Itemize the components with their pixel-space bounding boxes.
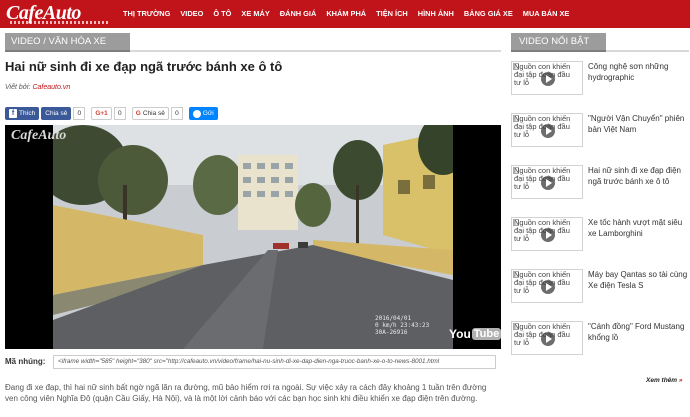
- youtube-logo-you: You: [449, 327, 471, 341]
- nav-item-bang-gia-xe[interactable]: BẢNG GIÁ XE: [459, 0, 518, 28]
- dashcam-date: 2016/04/01: [375, 315, 412, 322]
- video-thumbnail[interactable]: Nguồn con khiến đại tập đoàn đầu tư lỗ: [511, 321, 583, 355]
- video-player[interactable]: CafeAuto 2016/04/01 0 km/h 23:43:23 30A-…: [5, 125, 501, 349]
- video-thumbnail[interactable]: Nguồn con khiến đại tập đoàn đầu tư lỗ: [511, 165, 583, 199]
- play-icon: [541, 228, 555, 242]
- sidebar-video-title[interactable]: Công nghệ sơn những hydrographic: [588, 62, 688, 83]
- play-icon: [541, 332, 555, 346]
- play-icon: [541, 124, 555, 138]
- see-more-link[interactable]: Xem thêm »: [646, 377, 683, 384]
- article-lead: Đang đi xe đạp, thì hai nữ sinh bất ngờ …: [5, 383, 487, 403]
- sidebar-video-title[interactable]: Hai nữ sinh đi xe đạp điện ngã trước bán…: [588, 166, 688, 187]
- dashcam-speed-time: 0 km/h 23:43:23: [375, 322, 430, 329]
- article-title: Hai nữ sinh đi xe đạp ngã trước bánh xe …: [5, 59, 283, 74]
- sidebar-title: VIDEO NỔI BẬT: [511, 33, 606, 51]
- embed-code-label: Mã nhúng:: [5, 357, 46, 366]
- byline: Viết bởi: Cafeauto.vn: [5, 84, 70, 91]
- sidebar-video-item[interactable]: Nguồn con khiến đại tập đoàn đầu tư lỗ H…: [511, 165, 689, 203]
- nav-item-thi-truong[interactable]: THỊ TRƯỜNG: [118, 0, 175, 28]
- sidebar-video-item[interactable]: Nguồn con khiến đại tập đoàn đầu tư lỗ M…: [511, 269, 689, 307]
- sidebar-video-item[interactable]: Nguồn con khiến đại tập đoàn đầu tư lỗ X…: [511, 217, 689, 255]
- see-more-label: Xem thêm: [646, 377, 678, 384]
- video-thumbnail[interactable]: Nguồn con khiến đại tập đoàn đầu tư lỗ: [511, 61, 583, 95]
- nav-item-kham-pha[interactable]: KHÁM PHÁ: [321, 0, 371, 28]
- share-toolbar: f Thích Chia sẻ 0 G+1 0 G Chia sẻ 0 Gửi: [5, 107, 218, 120]
- google-plus-one-button[interactable]: G+1: [91, 107, 112, 120]
- facebook-icon: f: [9, 109, 17, 118]
- facebook-share-button[interactable]: Chia sẻ: [41, 107, 72, 120]
- dashcam-timestamp: 2016/04/01 0 km/h 23:43:23 30A-26916: [375, 315, 429, 336]
- sidebar-divider-accent: [511, 50, 606, 52]
- nav-item-xe-may[interactable]: XE MÁY: [236, 0, 274, 28]
- category-breadcrumb[interactable]: VIDEO / VĂN HÓA XE: [5, 33, 130, 51]
- video-thumbnail[interactable]: Nguồn con khiến đại tập đoàn đầu tư lỗ: [511, 269, 583, 303]
- facebook-like-button[interactable]: f Thích: [5, 107, 40, 120]
- category-divider-accent: [5, 50, 130, 52]
- sidebar-video-title[interactable]: Máy bay Qantas so tài cùng Xe điện Tesla…: [588, 270, 688, 291]
- play-icon: [541, 280, 555, 294]
- embed-code-row: Mã nhúng: <iframe width="585" height="38…: [5, 355, 501, 369]
- nav-item-danh-gia[interactable]: ĐÁNH GIÁ: [275, 0, 322, 28]
- facebook-like-label: Thích: [19, 110, 36, 117]
- messenger-send-label: Gửi: [202, 110, 214, 117]
- sidebar-video-item[interactable]: Nguồn con khiến đại tập đoàn đầu tư lỗ "…: [511, 113, 689, 151]
- video-watermark-logo: CafeAuto: [11, 128, 67, 143]
- messenger-send-button[interactable]: Gửi: [188, 107, 218, 120]
- sidebar-video-title[interactable]: "Người Vận Chuyển" phiên bản Việt Nam: [588, 114, 688, 135]
- youtube-logo[interactable]: You Tube: [449, 325, 501, 343]
- byline-source-link[interactable]: Cafeauto.vn: [32, 84, 70, 91]
- nav-item-mua-ban-xe[interactable]: MUA BÁN XE: [518, 0, 575, 28]
- sidebar-video-item[interactable]: Nguồn con khiến đại tập đoàn đầu tư lỗ "…: [511, 321, 689, 359]
- nav-item-video[interactable]: VIDEO: [175, 0, 208, 28]
- dashcam-plate: 30A-26916: [375, 329, 408, 336]
- google-share-label: Chia sẻ: [142, 110, 165, 117]
- nav-item-tien-ich[interactable]: TIỆN ÍCH: [371, 0, 413, 28]
- facebook-share-count: 0: [73, 107, 86, 120]
- nav-item-o-to[interactable]: Ô TÔ: [208, 0, 236, 28]
- sidebar-video-title[interactable]: Xe tốc hành vượt mặt siêu xe Lamborghini: [588, 218, 688, 239]
- double-chevron-right-icon: »: [678, 377, 683, 384]
- byline-prefix: Viết bởi:: [5, 84, 31, 91]
- logo-underline: [10, 21, 110, 24]
- google-plus-count: 0: [113, 107, 126, 120]
- play-icon: [541, 176, 555, 190]
- embed-code-field[interactable]: <iframe width="585" height="380" src="ht…: [53, 355, 496, 369]
- sidebar-video-title[interactable]: "Cánh đồng" Ford Mustang khổng lồ: [588, 322, 688, 343]
- play-icon: [541, 72, 555, 86]
- messenger-icon: [192, 109, 201, 118]
- youtube-logo-tube: Tube: [471, 328, 501, 340]
- nav-item-hinh-anh[interactable]: HÌNH ẢNH: [413, 0, 459, 28]
- google-share-button[interactable]: G Chia sẻ: [131, 107, 169, 120]
- sidebar-video-item[interactable]: Nguồn con khiến đại tập đoàn đầu tư lỗ C…: [511, 61, 689, 99]
- google-icon: G: [135, 110, 141, 117]
- top-navigation-bar: CafeAuto THỊ TRƯỜNG VIDEO Ô TÔ XE MÁY ĐÁ…: [0, 0, 690, 28]
- video-thumbnail[interactable]: Nguồn con khiến đại tập đoàn đầu tư lỗ: [511, 113, 583, 147]
- main-nav: THỊ TRƯỜNG VIDEO Ô TÔ XE MÁY ĐÁNH GIÁ KH…: [118, 0, 574, 28]
- video-thumbnail[interactable]: Nguồn con khiến đại tập đoàn đầu tư lỗ: [511, 217, 583, 251]
- google-share-count: 0: [170, 107, 183, 120]
